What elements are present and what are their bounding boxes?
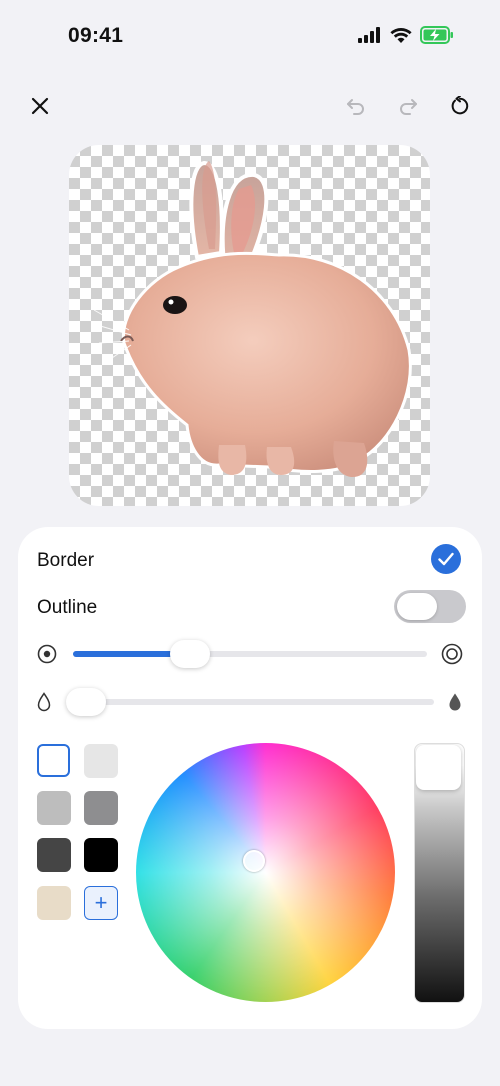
reset-button[interactable]	[442, 88, 478, 124]
brightness-slider-thumb[interactable]	[416, 745, 461, 790]
swatch-gray[interactable]	[37, 791, 71, 825]
rabbit-cutout	[93, 160, 412, 478]
status-time: 09:41	[68, 24, 124, 47]
swatch-dark-gray[interactable]	[84, 791, 118, 825]
plus-icon: +	[94, 890, 108, 915]
outline-toggle[interactable]	[394, 590, 466, 623]
swatch-light-gray[interactable]	[84, 744, 118, 778]
redo-icon	[400, 99, 417, 115]
size-slider-thumb[interactable]	[169, 640, 210, 668]
redo-button[interactable]	[390, 88, 426, 124]
close-button[interactable]	[22, 88, 58, 124]
swatch-black[interactable]	[84, 838, 118, 872]
add-swatch-button[interactable]: +	[84, 886, 118, 920]
size-slider[interactable]	[73, 640, 427, 668]
outline-label: Outline	[37, 597, 98, 618]
undo-button[interactable]	[338, 88, 374, 124]
close-icon	[31, 97, 49, 115]
drop-outline-icon	[37, 692, 51, 712]
color-wheel[interactable]	[136, 743, 395, 1002]
swatch-charcoal[interactable]	[37, 838, 71, 872]
softness-slider-thumb[interactable]	[66, 688, 106, 716]
color-wheel-picker[interactable]	[243, 850, 265, 872]
softness-slider[interactable]	[66, 688, 434, 716]
status-bar: 09:41	[0, 0, 500, 74]
wifi-icon	[390, 27, 412, 43]
border-settings-panel: Border Outline +	[18, 527, 482, 1029]
border-checkbox[interactable]	[431, 544, 461, 574]
signal-icon	[358, 27, 380, 43]
status-icons	[358, 26, 454, 44]
radio-rings-icon	[441, 643, 463, 665]
undo-icon	[347, 99, 364, 115]
swatch-beige[interactable]	[37, 886, 71, 920]
checkmark-icon	[438, 552, 454, 566]
radio-dot-icon	[37, 644, 57, 664]
drop-filled-icon	[449, 693, 461, 711]
image-preview	[69, 145, 430, 506]
battery-charging-icon	[420, 26, 453, 44]
swatch-white[interactable]	[37, 744, 70, 777]
brightness-slider[interactable]	[414, 743, 465, 1003]
border-label: Border	[37, 550, 95, 571]
outline-toggle-knob	[397, 593, 437, 620]
reset-icon	[451, 96, 469, 115]
